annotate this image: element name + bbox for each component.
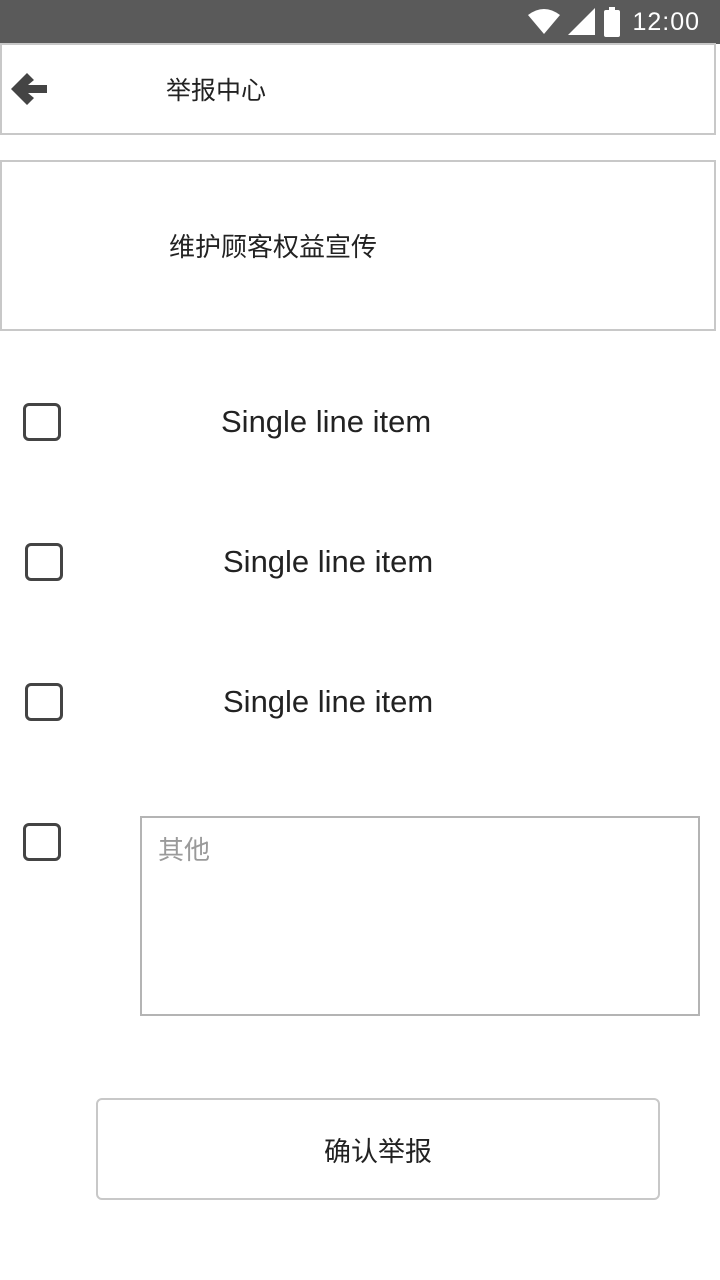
option-2-checkbox[interactable]: [25, 543, 63, 581]
status-bar: 12:00: [0, 0, 720, 44]
banner: 维护顾客权益宣传: [0, 160, 716, 331]
option-other-checkbox[interactable]: [23, 823, 61, 861]
battery-icon: [604, 7, 621, 37]
wifi-icon: [528, 9, 561, 34]
option-3-label: Single line item: [223, 684, 434, 719]
option-1-checkbox[interactable]: [23, 403, 61, 441]
arrow-left-icon: [11, 73, 47, 105]
confirm-report-button[interactable]: 确认举报: [96, 1098, 660, 1200]
option-1-label: Single line item: [221, 404, 432, 439]
banner-text: 维护顾客权益宣传: [168, 233, 377, 263]
app-header: 举报中心: [0, 43, 716, 135]
other-reason-field[interactable]: [140, 816, 700, 1016]
cell-signal-icon: [568, 8, 596, 35]
back-button[interactable]: [6, 67, 50, 111]
page-title: 举报中心: [166, 76, 267, 105]
status-time: 12:00: [632, 7, 700, 36]
status-icons: 12:00: [528, 6, 700, 38]
option-3-checkbox[interactable]: [25, 683, 63, 721]
option-2-label: Single line item: [223, 544, 434, 579]
